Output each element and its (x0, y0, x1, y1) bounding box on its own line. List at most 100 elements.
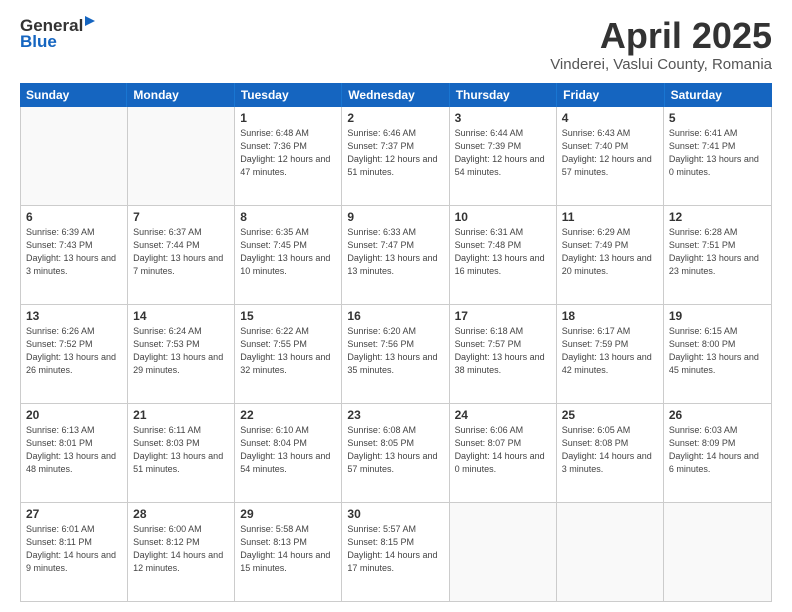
day-detail: Sunrise: 6:31 AM Sunset: 7:48 PM Dayligh… (455, 226, 551, 278)
calendar-cell: 6Sunrise: 6:39 AM Sunset: 7:43 PM Daylig… (21, 206, 128, 304)
day-number: 11 (562, 210, 658, 224)
calendar-cell: 22 Sunrise: 6:10 AM Sunset: 8:04 PM Dayli… (235, 404, 342, 502)
day-detail: Sunrise: 6:10 AM Sunset: 8:04 PM Dayligh… (240, 424, 336, 476)
calendar-cell: 28 Sunrise: 6:00 AM Sunset: 8:12 PM Dayli… (128, 503, 235, 601)
day-detail: Sunrise: 6:03 AM Sunset: 8:09 PM Dayligh… (669, 424, 766, 476)
logo-blue-text: Blue (20, 32, 57, 52)
calendar-cell: 19Sunrise: 6:15 AM Sunset: 8:00 PM Dayli… (664, 305, 771, 403)
header-sunday: Sunday (20, 83, 127, 107)
day-number: 27 (26, 507, 122, 521)
day-number: 7 (133, 210, 229, 224)
calendar-cell: 30 Sunrise: 5:57 AM Sunset: 8:15 PM Dayli… (342, 503, 449, 601)
calendar-cell: 16Sunrise: 6:20 AM Sunset: 7:56 PM Dayli… (342, 305, 449, 403)
calendar-cell: 17 Sunrise: 6:18 AM Sunset: 7:57 PM Dayli… (450, 305, 557, 403)
calendar-body: 1 Sunrise: 6:48 AM Sunset: 7:36 PM Daylig… (20, 107, 772, 602)
day-number: 8 (240, 210, 336, 224)
day-number: 30 (347, 507, 443, 521)
calendar-cell: 26 Sunrise: 6:03 AM Sunset: 8:09 PM Dayli… (664, 404, 771, 502)
day-detail: Sunrise: 5:57 AM Sunset: 8:15 PM Dayligh… (347, 523, 443, 575)
day-detail: Sunrise: 6:29 AM Sunset: 7:49 PM Dayligh… (562, 226, 658, 278)
day-number: 15 (240, 309, 336, 323)
day-detail: Sunrise: 6:48 AM Sunset: 7:36 PM Dayligh… (240, 127, 336, 179)
calendar-cell: 8 Sunrise: 6:35 AM Sunset: 7:45 PM Daylig… (235, 206, 342, 304)
day-number: 20 (26, 408, 122, 422)
calendar-cell (450, 503, 557, 601)
day-number: 13 (26, 309, 122, 323)
header-saturday: Saturday (665, 83, 772, 107)
day-detail: Sunrise: 6:11 AM Sunset: 8:03 PM Dayligh… (133, 424, 229, 476)
day-detail: Sunrise: 6:06 AM Sunset: 8:07 PM Dayligh… (455, 424, 551, 476)
day-detail: Sunrise: 6:41 AM Sunset: 7:41 PM Dayligh… (669, 127, 766, 179)
day-detail: Sunrise: 6:08 AM Sunset: 8:05 PM Dayligh… (347, 424, 443, 476)
day-detail: Sunrise: 6:33 AM Sunset: 7:47 PM Dayligh… (347, 226, 443, 278)
calendar-cell: 9 Sunrise: 6:33 AM Sunset: 7:47 PM Daylig… (342, 206, 449, 304)
day-detail: Sunrise: 6:01 AM Sunset: 8:11 PM Dayligh… (26, 523, 122, 575)
calendar-cell: 20 Sunrise: 6:13 AM Sunset: 8:01 PM Dayli… (21, 404, 128, 502)
calendar-cell: 12Sunrise: 6:28 AM Sunset: 7:51 PM Dayli… (664, 206, 771, 304)
day-number: 10 (455, 210, 551, 224)
day-number: 12 (669, 210, 766, 224)
logo: General Blue (20, 16, 95, 52)
calendar-cell: 24Sunrise: 6:06 AM Sunset: 8:07 PM Dayli… (450, 404, 557, 502)
day-number: 17 (455, 309, 551, 323)
calendar-cell: 29Sunrise: 5:58 AM Sunset: 8:13 PM Dayli… (235, 503, 342, 601)
calendar-cell: 15Sunrise: 6:22 AM Sunset: 7:55 PM Dayli… (235, 305, 342, 403)
day-detail: Sunrise: 6:37 AM Sunset: 7:44 PM Dayligh… (133, 226, 229, 278)
day-number: 21 (133, 408, 229, 422)
calendar-cell: 4 Sunrise: 6:43 AM Sunset: 7:40 PM Daylig… (557, 107, 664, 205)
month-title: April 2025 (550, 16, 772, 56)
page: General Blue April 2025 Vinderei, Vaslui… (0, 0, 792, 612)
day-number: 19 (669, 309, 766, 323)
day-detail: Sunrise: 6:44 AM Sunset: 7:39 PM Dayligh… (455, 127, 551, 179)
header: General Blue April 2025 Vinderei, Vaslui… (20, 16, 772, 73)
day-detail: Sunrise: 5:58 AM Sunset: 8:13 PM Dayligh… (240, 523, 336, 575)
calendar-cell: 1 Sunrise: 6:48 AM Sunset: 7:36 PM Daylig… (235, 107, 342, 205)
header-thursday: Thursday (450, 83, 557, 107)
day-number: 4 (562, 111, 658, 125)
calendar: Sunday Monday Tuesday Wednesday Thursday… (20, 83, 772, 602)
day-detail: Sunrise: 6:39 AM Sunset: 7:43 PM Dayligh… (26, 226, 122, 278)
day-number: 25 (562, 408, 658, 422)
calendar-cell: 18 Sunrise: 6:17 AM Sunset: 7:59 PM Dayli… (557, 305, 664, 403)
calendar-cell: 2Sunrise: 6:46 AM Sunset: 7:37 PM Daylig… (342, 107, 449, 205)
calendar-week-5: 27 Sunrise: 6:01 AM Sunset: 8:11 PM Dayli… (21, 503, 771, 601)
calendar-week-4: 20 Sunrise: 6:13 AM Sunset: 8:01 PM Dayli… (21, 404, 771, 503)
day-detail: Sunrise: 6:13 AM Sunset: 8:01 PM Dayligh… (26, 424, 122, 476)
calendar-cell: 11 Sunrise: 6:29 AM Sunset: 7:49 PM Dayli… (557, 206, 664, 304)
day-detail: Sunrise: 6:18 AM Sunset: 7:57 PM Dayligh… (455, 325, 551, 377)
day-number: 23 (347, 408, 443, 422)
calendar-cell: 3 Sunrise: 6:44 AM Sunset: 7:39 PM Daylig… (450, 107, 557, 205)
calendar-cell: 14Sunrise: 6:24 AM Sunset: 7:53 PM Dayli… (128, 305, 235, 403)
header-friday: Friday (557, 83, 664, 107)
calendar-cell: 25Sunrise: 6:05 AM Sunset: 8:08 PM Dayli… (557, 404, 664, 502)
day-detail: Sunrise: 6:35 AM Sunset: 7:45 PM Dayligh… (240, 226, 336, 278)
day-number: 9 (347, 210, 443, 224)
day-detail: Sunrise: 6:26 AM Sunset: 7:52 PM Dayligh… (26, 325, 122, 377)
day-number: 3 (455, 111, 551, 125)
day-number: 1 (240, 111, 336, 125)
day-number: 22 (240, 408, 336, 422)
day-detail: Sunrise: 6:00 AM Sunset: 8:12 PM Dayligh… (133, 523, 229, 575)
calendar-cell (664, 503, 771, 601)
day-detail: Sunrise: 6:17 AM Sunset: 7:59 PM Dayligh… (562, 325, 658, 377)
day-detail: Sunrise: 6:43 AM Sunset: 7:40 PM Dayligh… (562, 127, 658, 179)
day-number: 28 (133, 507, 229, 521)
day-number: 18 (562, 309, 658, 323)
calendar-week-2: 6Sunrise: 6:39 AM Sunset: 7:43 PM Daylig… (21, 206, 771, 305)
title-block: April 2025 Vinderei, Vaslui County, Roma… (550, 16, 772, 73)
calendar-cell: 7 Sunrise: 6:37 AM Sunset: 7:44 PM Daylig… (128, 206, 235, 304)
day-number: 5 (669, 111, 766, 125)
calendar-cell: 13 Sunrise: 6:26 AM Sunset: 7:52 PM Dayli… (21, 305, 128, 403)
location-title: Vinderei, Vaslui County, Romania (550, 56, 772, 73)
day-number: 26 (669, 408, 766, 422)
day-number: 16 (347, 309, 443, 323)
header-wednesday: Wednesday (342, 83, 449, 107)
header-tuesday: Tuesday (235, 83, 342, 107)
calendar-cell: 5 Sunrise: 6:41 AM Sunset: 7:41 PM Daylig… (664, 107, 771, 205)
calendar-cell (557, 503, 664, 601)
header-monday: Monday (127, 83, 234, 107)
calendar-cell: 23 Sunrise: 6:08 AM Sunset: 8:05 PM Dayli… (342, 404, 449, 502)
calendar-cell (21, 107, 128, 205)
calendar-header: Sunday Monday Tuesday Wednesday Thursday… (20, 83, 772, 107)
day-detail: Sunrise: 6:24 AM Sunset: 7:53 PM Dayligh… (133, 325, 229, 377)
